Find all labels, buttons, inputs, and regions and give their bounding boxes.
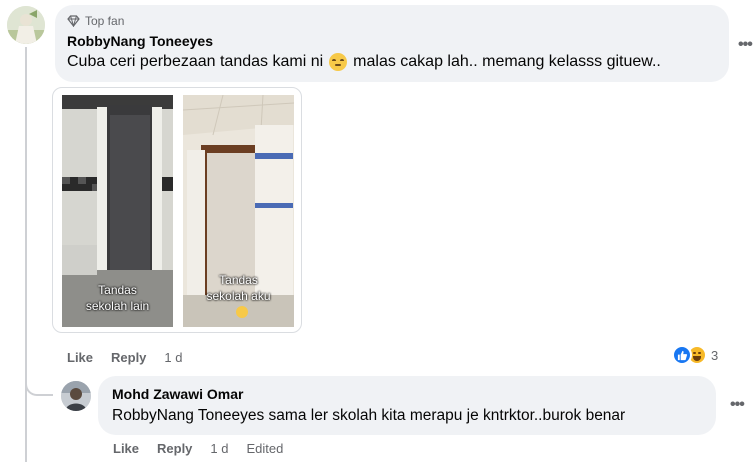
like-button[interactable]: Like (67, 350, 93, 365)
comment-author[interactable]: RobbyNang Toneeyes (67, 33, 717, 49)
top-fan-label: Top fan (85, 14, 125, 28)
avatar[interactable] (61, 381, 91, 411)
reply-button[interactable]: Reply (111, 350, 146, 365)
reaction-count: 3 (711, 347, 719, 363)
like-reaction-icon (672, 345, 692, 365)
photo-toilet-my-school[interactable]: Tandas sekolah aku (183, 95, 294, 327)
diamond-icon (67, 15, 80, 27)
thread-line (25, 47, 27, 462)
top-fan-badge: Top fan (67, 13, 717, 29)
relieved-face-emoji-icon (329, 53, 348, 71)
thread-connector (25, 370, 53, 396)
more-options-button[interactable]: ••• (738, 36, 753, 54)
photo-caption: Tandas sekolah lain (85, 283, 150, 313)
photo-caption: Tandas sekolah aku (206, 273, 271, 303)
comment-text-part2: malas cakap lah.. memang kelasss gituew.… (353, 53, 661, 70)
comment-timestamp[interactable]: 1 d (164, 350, 182, 365)
reply-button[interactable]: Reply (157, 441, 192, 456)
reply-bubble: Mohd Zawawi Omar RobbyNang Toneeyes sama… (98, 376, 716, 435)
reply-actions: Like Reply 1 d Edited (113, 441, 301, 456)
photo-toilet-other-school[interactable]: Tandas sekolah lain (62, 95, 173, 327)
reply-author[interactable]: Mohd Zawawi Omar (112, 386, 702, 402)
reply-timestamp[interactable]: 1 d (210, 441, 228, 456)
comment-text-part1: Cuba ceri perbezaan tandas kami ni (67, 53, 324, 70)
comment-actions: Like Reply 1 d (67, 350, 201, 365)
avatar[interactable] (7, 6, 45, 44)
smile-emoji-icon (236, 306, 248, 318)
edited-label: Edited (246, 441, 284, 456)
comment-bubble: Top fan RobbyNang Toneeyes Cuba ceri per… (55, 5, 729, 82)
reaction-summary[interactable]: 3 (672, 345, 718, 365)
like-button[interactable]: Like (113, 441, 139, 456)
comment-text: Cuba ceri perbezaan tandas kami ni malas… (67, 53, 717, 71)
more-options-button[interactable]: ••• (730, 396, 745, 414)
reply-text: RobbyNang Toneeyes sama ler skolah kita … (112, 407, 626, 424)
